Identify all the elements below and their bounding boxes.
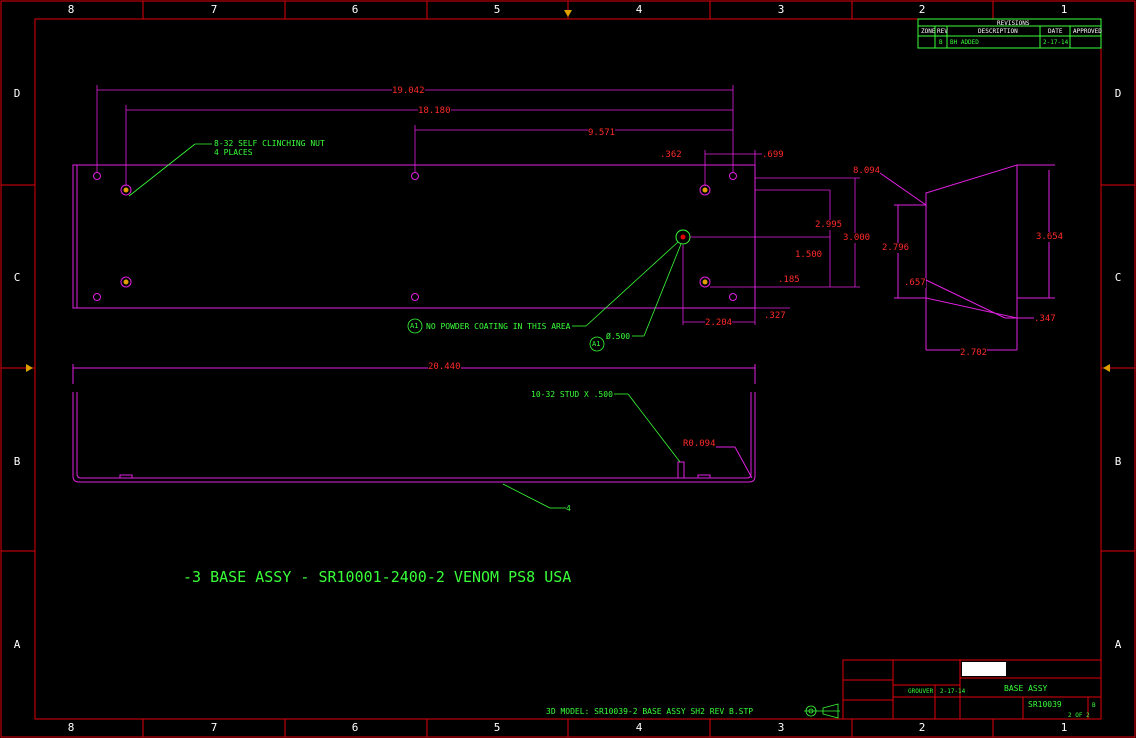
center-mark-right: [1103, 364, 1110, 372]
rev-header-description: DESCRIPTION: [978, 28, 1018, 35]
dim-3654: 3.654: [1036, 232, 1064, 242]
zone-bottom-3: 3: [777, 721, 785, 734]
top-dimension-lines: [96, 85, 860, 325]
zone-left-D: D: [13, 87, 21, 100]
zone-bottom-7: 7: [210, 721, 218, 734]
dim-top-3: 9.571: [588, 128, 616, 138]
rev-row-rev: B: [939, 39, 943, 46]
dim-327: .327: [764, 311, 786, 321]
title-block-title: BASE ASSY: [1004, 684, 1048, 693]
center-mark-top: [564, 10, 572, 17]
title-block-sheet: 2 OF 2: [1068, 712, 1090, 719]
zone-left-A: A: [13, 638, 21, 651]
inner-frame: [34, 18, 1102, 720]
dim-347: .347: [1034, 314, 1056, 324]
zone-bottom-8: 8: [67, 721, 75, 734]
dim-657: .657: [904, 278, 926, 288]
zone-top-1: 1: [1060, 3, 1068, 16]
drawn-date: 2-17-14: [940, 688, 966, 695]
zone-top-3: 3: [777, 3, 785, 16]
zone-top-2: 2: [918, 3, 926, 16]
title-block-dwg-no: SR10039: [1028, 700, 1062, 709]
rev-row-date: 2-17-14: [1043, 39, 1069, 46]
zone-bottom-4: 4: [635, 721, 643, 734]
dim-2204: 2.204: [705, 318, 733, 328]
rev-row-description: BH ADDED: [950, 39, 979, 46]
dim-2796: 2.796: [882, 243, 910, 253]
dim-185: .185: [778, 275, 800, 285]
zone-bottom-5: 5: [493, 721, 501, 734]
note-powder: NO POWDER COATING IN THIS AREA: [426, 322, 571, 331]
zone-bottom-6: 6: [351, 721, 359, 734]
dim-362: .362: [660, 150, 682, 160]
zone-right-C: C: [1114, 271, 1122, 284]
dim-8094: 8.094: [853, 166, 881, 176]
model-reference: 3D MODEL: SR10039-2 BASE ASSY SH2 REV B.…: [546, 707, 754, 716]
zone-right-A: A: [1114, 638, 1122, 651]
dim-20440: 20.440: [428, 362, 461, 372]
drawn-by: GROUVER: [908, 688, 934, 695]
zone-top-6: 6: [351, 3, 359, 16]
note-clinch-nut: 8-32 SELF CLINCHING NUT 4 PLACES: [214, 139, 325, 157]
company-logo: [962, 662, 1006, 676]
note-stud: 10-32 STUD X .500: [531, 390, 613, 399]
dim-699: .699: [762, 150, 784, 160]
projection-symbol: [804, 703, 840, 719]
side-profile: [879, 164, 1055, 351]
dim-1500: 1.500: [795, 250, 823, 260]
rev-header-date: DATE: [1048, 28, 1063, 35]
dim-2995: 2.995: [815, 220, 843, 230]
zone-ticks: [1, 1, 1135, 737]
rev-header-rev: REV: [937, 28, 948, 35]
note-item: 4: [566, 504, 571, 513]
zone-right-B: B: [1114, 455, 1122, 468]
dim-3000: 3.000: [843, 233, 871, 243]
top-view: [72, 164, 756, 309]
title-block-rev: B: [1092, 702, 1096, 709]
dim-overall-top: 19.042: [392, 86, 425, 96]
clinch-nut-fills: [123, 187, 708, 285]
rev-header-zone: ZONE: [921, 28, 936, 35]
balloon-a1-powder: A1: [410, 322, 419, 330]
dim-2702: 2.702: [960, 348, 988, 358]
drawing-canvas[interactable]: [0, 0, 1136, 738]
zone-top-5: 5: [493, 3, 501, 16]
rev-header-approved: APPROVED: [1073, 28, 1102, 35]
zone-right-D: D: [1114, 87, 1122, 100]
zone-bottom-2: 2: [918, 721, 926, 734]
zone-top-7: 7: [210, 3, 218, 16]
leaders: [128, 143, 682, 509]
dim-top-2: 18.180: [418, 106, 451, 116]
revision-title: REVISIONS: [997, 20, 1030, 27]
front-view: [72, 364, 756, 483]
zone-left-B: B: [13, 455, 21, 468]
balloon-a1-dia: A1: [592, 340, 601, 348]
drawing-title: -3 BASE ASSY - SR10001-2400-2 VENOM PS8 …: [183, 568, 572, 586]
outer-frame: [0, 0, 1136, 738]
zone-top-4: 4: [635, 3, 643, 16]
zone-top-8: 8: [67, 3, 75, 16]
zone-bottom-1: 1: [1060, 721, 1068, 734]
dim-r094: R0.094: [683, 439, 716, 449]
note-diameter: Ø.500: [606, 332, 631, 341]
zone-left-C: C: [13, 271, 21, 284]
center-mark-left: [26, 364, 33, 372]
